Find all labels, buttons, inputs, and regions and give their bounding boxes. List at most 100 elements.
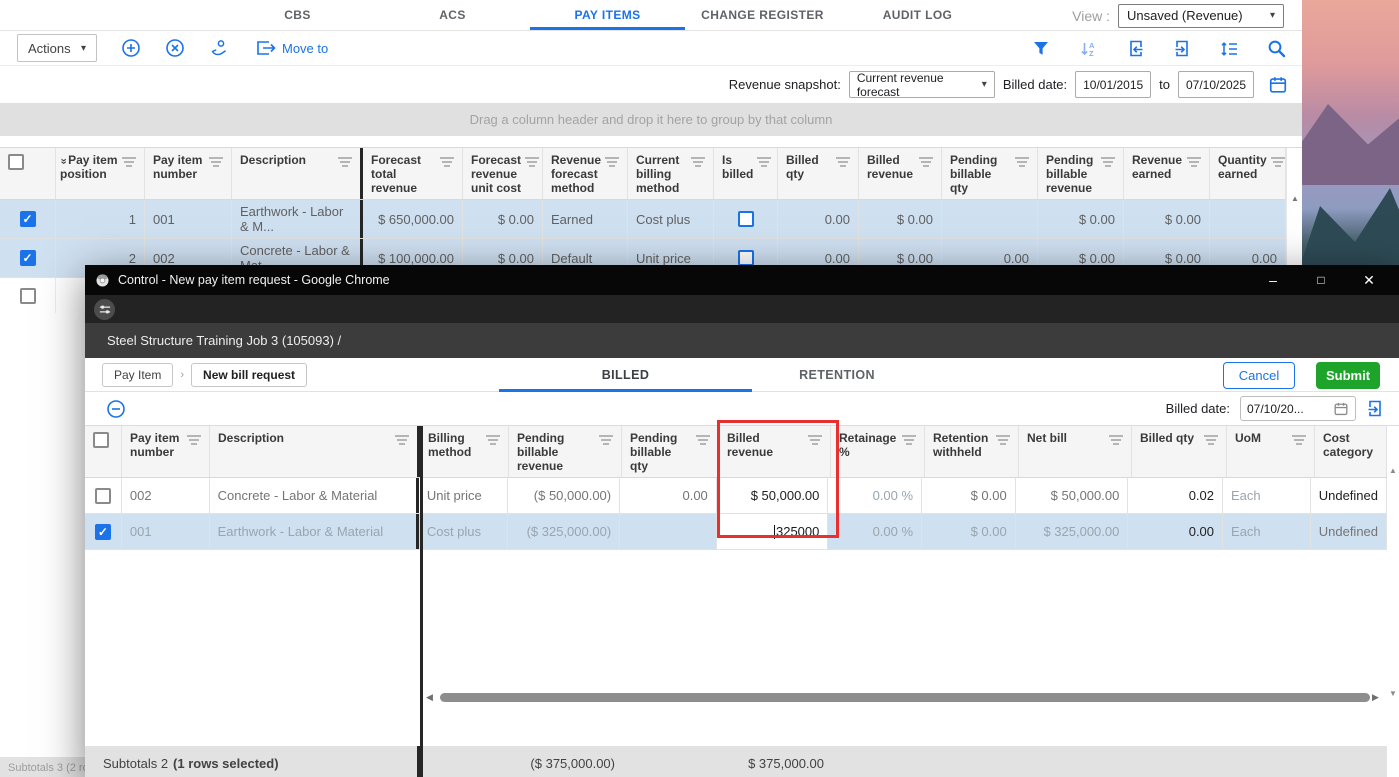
assign-user-icon[interactable] <box>209 38 229 58</box>
select-all-checkbox[interactable] <box>8 154 24 170</box>
tab-change-register[interactable]: CHANGE REGISTER <box>685 0 840 30</box>
column-filter-icon[interactable] <box>1109 435 1123 445</box>
column-filter-icon[interactable] <box>996 435 1010 445</box>
search-icon[interactable] <box>1266 39 1286 59</box>
cancel-circle-icon[interactable] <box>165 38 185 58</box>
row-height-icon[interactable] <box>1219 39 1239 59</box>
row-checkbox[interactable] <box>95 488 111 504</box>
scroll-right-icon[interactable]: ▶ <box>1372 692 1384 703</box>
column-filter-icon[interactable] <box>808 435 822 445</box>
column-filter-icon[interactable] <box>122 157 136 167</box>
bill-row-001[interactable]: ✓ 001 Earthwork - Labor & Material Cost … <box>85 514 1387 550</box>
cell-billed-revenue[interactable]: $ 50,000.00 <box>717 478 829 513</box>
filter-funnel-icon[interactable] <box>1031 39 1051 59</box>
move-to-button[interactable]: Move to <box>255 40 328 56</box>
column-filter-icon[interactable] <box>525 157 539 167</box>
column-filter-icon[interactable] <box>1204 435 1218 445</box>
vertical-scrollbar[interactable]: ▲ ▼ <box>1387 462 1399 702</box>
col-header: Revenue earned <box>1132 154 1183 182</box>
column-filter-icon[interactable] <box>1187 157 1201 167</box>
column-filter-icon[interactable] <box>599 435 613 445</box>
tab-retention[interactable]: RETENTION <box>752 358 922 392</box>
job-breadcrumb[interactable]: Steel Structure Training Job 3 (105093) … <box>85 323 1399 358</box>
revenue-snapshot-select[interactable]: Current revenue forecast ▾ <box>849 71 995 98</box>
column-filter-icon[interactable] <box>757 157 771 167</box>
billed-revenue-edit-cell[interactable]: 325000 <box>717 514 829 549</box>
tab-billed[interactable]: BILLED <box>499 358 752 392</box>
cancel-button[interactable]: Cancel <box>1223 362 1295 389</box>
column-filter-icon[interactable] <box>486 435 500 445</box>
view-select[interactable]: Unsaved (Revenue) ▾ <box>1118 4 1284 28</box>
horizontal-scrollbar[interactable]: ◀ ▶ <box>426 689 1384 705</box>
column-filter-icon[interactable] <box>605 157 619 167</box>
export-view-icon[interactable] <box>1366 399 1385 418</box>
column-filter-icon[interactable] <box>1101 157 1115 167</box>
pay-item-chip[interactable]: Pay Item <box>102 363 173 387</box>
tab-acs[interactable]: ACS <box>375 0 530 30</box>
column-filter-icon[interactable] <box>338 157 352 167</box>
column-filter-icon[interactable] <box>1292 435 1306 445</box>
scroll-up-icon[interactable]: ▲ <box>1291 194 1299 203</box>
submit-button[interactable]: Submit <box>1316 362 1380 389</box>
cell-pay-item-number: 002 <box>122 478 210 513</box>
new-bill-request-chip[interactable]: New bill request <box>191 363 307 387</box>
actions-button[interactable]: Actions ▾ <box>17 34 97 62</box>
bill-row-002[interactable]: 002 Concrete - Labor & Material Unit pri… <box>85 478 1387 514</box>
tab-audit-log[interactable]: AUDIT LOG <box>840 0 995 30</box>
to-label: to <box>1159 77 1170 92</box>
add-icon[interactable] <box>121 38 141 58</box>
tab-pay-items[interactable]: PAY ITEMS <box>530 0 685 30</box>
cell-billed-qty[interactable]: 0.00 <box>1128 514 1223 549</box>
billed-date-value: 07/10/20... <box>1247 402 1304 416</box>
revenue-snapshot-value: Current revenue forecast <box>857 71 982 99</box>
billed-date-to-input[interactable]: 07/10/2025 <box>1178 71 1254 98</box>
is-billed-checkbox[interactable] <box>738 211 754 227</box>
column-filter-icon[interactable] <box>209 157 223 167</box>
cell-billed-qty[interactable]: 0.02 <box>1128 478 1223 513</box>
collapse-rows-icon[interactable]: » <box>57 158 70 164</box>
cell-uom: Each <box>1223 478 1311 513</box>
is-billed-checkbox[interactable] <box>738 250 754 266</box>
column-filter-icon[interactable] <box>919 157 933 167</box>
tune-sliders-icon[interactable] <box>94 299 115 320</box>
group-by-bar[interactable]: Drag a column header and drop it here to… <box>0 103 1302 136</box>
remove-row-icon[interactable] <box>106 399 126 419</box>
filter-row: Revenue snapshot: Current revenue foreca… <box>0 66 1302 103</box>
billed-date-from-input[interactable]: 10/01/2015 <box>1075 71 1151 98</box>
scroll-left-icon[interactable]: ◀ <box>426 692 438 703</box>
move-to-label: Move to <box>282 41 328 56</box>
row-checkbox[interactable]: ✓ <box>20 250 36 266</box>
scrollbar-thumb[interactable] <box>440 693 1370 702</box>
maximize-button[interactable]: □ <box>1301 265 1341 295</box>
view-select-value: Unsaved (Revenue) <box>1127 8 1243 23</box>
col-header: Pending billable qty <box>950 154 1011 195</box>
scroll-down-icon[interactable]: ▼ <box>1389 689 1397 698</box>
row-checkbox[interactable]: ✓ <box>95 524 111 540</box>
column-filter-icon[interactable] <box>1015 157 1029 167</box>
export-view-icon[interactable] <box>1172 39 1192 59</box>
toolbar-right-icons: AZ <box>1031 31 1286 66</box>
window-title-bar[interactable]: Control - New pay item request - Google … <box>85 265 1399 295</box>
column-filter-icon[interactable] <box>902 435 916 445</box>
row-checkbox[interactable] <box>20 288 36 304</box>
row-checkbox[interactable]: ✓ <box>20 211 36 227</box>
billed-date-input[interactable]: 07/10/20... <box>1240 396 1356 421</box>
grid-row-1[interactable]: ✓ 1 001 Earthwork - Labor & M... $ 650,0… <box>0 200 1286 239</box>
column-filter-icon[interactable] <box>395 435 409 445</box>
column-filter-icon[interactable] <box>836 157 850 167</box>
calendar-icon[interactable] <box>1268 75 1288 95</box>
column-filter-icon[interactable] <box>187 435 201 445</box>
column-filter-icon[interactable] <box>1271 157 1285 167</box>
column-filter-icon[interactable] <box>696 435 710 445</box>
close-button[interactable]: ✕ <box>1349 265 1389 295</box>
select-all-checkbox[interactable] <box>93 432 109 448</box>
import-view-icon[interactable] <box>1125 39 1145 59</box>
scroll-up-icon[interactable]: ▲ <box>1389 466 1397 475</box>
calendar-icon[interactable] <box>1333 401 1349 417</box>
sort-az-icon[interactable]: AZ <box>1078 39 1098 59</box>
minimize-button[interactable]: – <box>1253 265 1293 295</box>
column-filter-icon[interactable] <box>440 157 454 167</box>
column-filter-icon[interactable] <box>691 157 705 167</box>
tab-cbs[interactable]: CBS <box>220 0 375 30</box>
col-header: Pending billable revenue <box>517 432 595 473</box>
